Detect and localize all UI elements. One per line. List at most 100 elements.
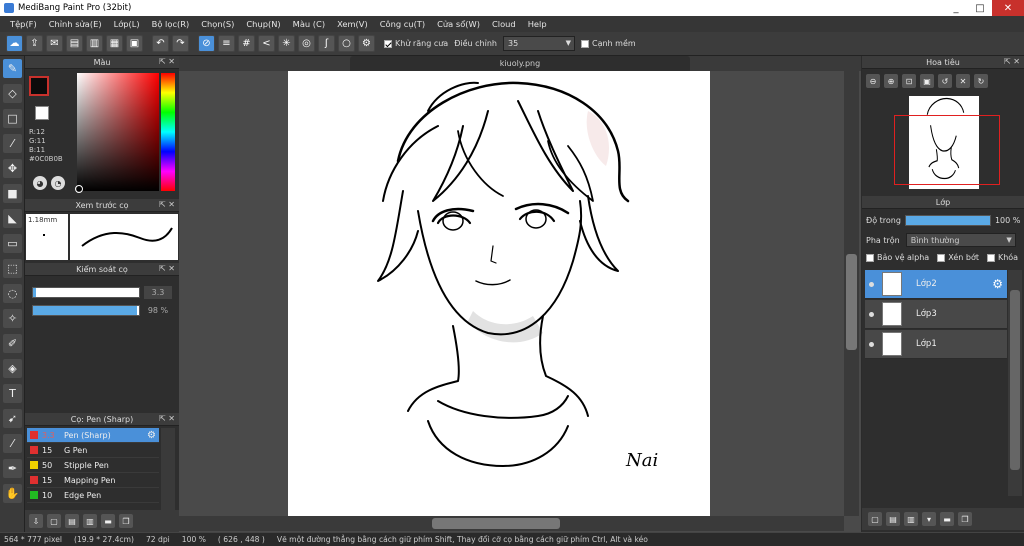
folder-icon[interactable]: ▬: [101, 514, 115, 528]
menu-tools[interactable]: Công cụ(T): [374, 19, 431, 29]
dot-tool-icon[interactable]: □: [3, 109, 22, 128]
blur-tool-icon[interactable]: ⁄: [3, 134, 22, 153]
layer-menu-icon[interactable]: ▾: [922, 512, 936, 526]
protect-alpha-checkbox[interactable]: [866, 253, 874, 262]
ring-snap-icon[interactable]: ○: [338, 35, 355, 52]
layer-scrollbar[interactable]: [1008, 270, 1022, 496]
select-tool-icon[interactable]: ⬚: [3, 259, 22, 278]
panel-close-icon[interactable]: ⇱ ✕: [159, 264, 175, 273]
layer-item-lop2[interactable]: Lớp2 ⚙: [865, 270, 1007, 299]
antialias-checkbox[interactable]: [384, 39, 392, 48]
gear-icon[interactable]: ⚙: [147, 430, 156, 441]
new-layer-icon[interactable]: ▢: [868, 512, 882, 526]
maximize-button[interactable]: □: [968, 0, 992, 16]
brush-size-slider[interactable]: [32, 287, 140, 298]
folder-icon[interactable]: ▬: [940, 512, 954, 526]
zoom-in-icon[interactable]: ⊕: [884, 74, 898, 88]
menu-select[interactable]: Chọn(S): [195, 19, 240, 29]
parallel-snap-icon[interactable]: ≡: [218, 35, 235, 52]
document-tab[interactable]: kiuoly.png: [350, 56, 690, 71]
menu-edit[interactable]: Chỉnh sửa(E): [43, 19, 108, 29]
operation-tool-icon[interactable]: ➹: [3, 409, 22, 428]
radial-snap-icon[interactable]: ✳: [278, 35, 295, 52]
actual-size-icon[interactable]: ▣: [920, 74, 934, 88]
settings-gear-icon[interactable]: ⚙: [358, 35, 375, 52]
gear-icon[interactable]: ⚙: [992, 277, 1003, 291]
duplicate-layer-icon[interactable]: ❐: [958, 512, 972, 526]
reset-rotation-icon[interactable]: ✕: [956, 74, 970, 88]
page-icon[interactable]: ▥: [86, 35, 103, 52]
brush-opacity-slider[interactable]: [32, 305, 140, 316]
rotate-right-icon[interactable]: ↻: [974, 74, 988, 88]
horizontal-scroll-thumb[interactable]: [432, 518, 560, 529]
palette-icon[interactable]: ◕: [33, 176, 47, 190]
undo-icon[interactable]: ↶: [152, 35, 169, 52]
brush-item-mapping-pen[interactable]: 15 Mapping Pen: [27, 473, 159, 488]
color-history-icon[interactable]: ◔: [51, 176, 65, 190]
book-icon[interactable]: ▦: [106, 35, 123, 52]
panel-icon[interactable]: ▣: [126, 35, 143, 52]
menu-view[interactable]: Xem(V): [331, 19, 374, 29]
layer-item-lop3[interactable]: Lớp3: [865, 300, 1007, 329]
snap-off-icon[interactable]: ⊘: [198, 35, 215, 52]
layer-item-lop1[interactable]: Lớp1: [865, 330, 1007, 359]
zoom-out-icon[interactable]: ⊖: [866, 74, 880, 88]
gradient-tool-icon[interactable]: ▭: [3, 234, 22, 253]
text-tool-icon[interactable]: T: [3, 384, 22, 403]
select-eraser-icon[interactable]: ◈: [3, 359, 22, 378]
menu-file[interactable]: Tệp(F): [4, 19, 43, 29]
shape-tool-icon[interactable]: ■: [3, 184, 22, 203]
lasso-tool-icon[interactable]: ◌: [3, 284, 22, 303]
curve-snap-icon[interactable]: ʃ: [318, 35, 335, 52]
brush-list-scrollbar[interactable]: [161, 428, 175, 523]
duplicate-icon[interactable]: ❐: [119, 514, 133, 528]
panel-close-icon[interactable]: ⇱ ✕: [159, 414, 175, 423]
viewport-indicator[interactable]: [894, 115, 1000, 185]
menu-filter[interactable]: Bộ lọc(R): [146, 19, 196, 29]
menu-help[interactable]: Help: [522, 19, 553, 29]
lock-checkbox[interactable]: [986, 253, 995, 262]
primary-color-swatch[interactable]: [29, 76, 49, 96]
brush-tool-icon[interactable]: ✎: [3, 59, 22, 78]
layer-opacity-slider[interactable]: [904, 215, 991, 226]
fill-tool-icon[interactable]: ◣: [3, 209, 22, 228]
visibility-icon[interactable]: [869, 281, 874, 287]
magic-wand-icon[interactable]: ✧: [3, 309, 22, 328]
secondary-color-swatch[interactable]: [35, 106, 49, 120]
brush-item-g-pen[interactable]: 15 G Pen: [27, 443, 159, 458]
add-brush-icon[interactable]: ▤: [65, 514, 79, 528]
grid-snap-icon[interactable]: #: [238, 35, 255, 52]
brush-item-pen-sharp[interactable]: 3.3 Pen (Sharp) ⚙: [27, 428, 159, 443]
menu-layer[interactable]: Lớp(L): [108, 19, 146, 29]
drawing-canvas[interactable]: Nai: [288, 71, 710, 516]
minimize-button[interactable]: _: [944, 0, 968, 16]
select-pen-icon[interactable]: ✐: [3, 334, 22, 353]
visibility-icon[interactable]: [869, 311, 874, 317]
cloud-download-icon[interactable]: ⇩: [29, 514, 43, 528]
color-cursor[interactable]: [75, 185, 83, 193]
perspective-snap-icon[interactable]: <: [258, 35, 275, 52]
vertical-scroll-thumb[interactable]: [846, 254, 857, 350]
brush-item-edge-pen[interactable]: 10 Edge Pen: [27, 488, 159, 503]
clipping-checkbox[interactable]: [937, 253, 946, 262]
panel-close-icon[interactable]: ⇱ ✕: [159, 57, 175, 66]
redo-icon[interactable]: ↷: [172, 35, 189, 52]
visibility-icon[interactable]: [869, 341, 874, 347]
move-tool-icon[interactable]: ✥: [3, 159, 22, 178]
brush-settings-icon[interactable]: ▥: [83, 514, 97, 528]
adjust-select[interactable]: 35 ▼: [502, 36, 575, 51]
blend-mode-select[interactable]: Bình thường ▼: [905, 233, 1016, 247]
close-button[interactable]: ✕: [992, 0, 1024, 16]
menu-window[interactable]: Cửa sổ(W): [431, 19, 486, 29]
menu-snap[interactable]: Chụp(N): [240, 19, 286, 29]
menu-cloud[interactable]: Cloud: [486, 19, 522, 29]
sharp-checkbox[interactable]: [580, 39, 589, 48]
antialias-toggle[interactable]: Khử răng cưa: [384, 39, 448, 48]
eraser-tool-icon[interactable]: ◇: [3, 84, 22, 103]
sharp-toggle[interactable]: Cạnh mềm: [580, 39, 636, 48]
horizontal-scrollbar[interactable]: [179, 516, 844, 531]
panel-close-icon[interactable]: ⇱ ✕: [1004, 57, 1020, 66]
saturation-value-picker[interactable]: [75, 73, 159, 193]
new-1bit-layer-icon[interactable]: ▥: [904, 512, 918, 526]
circle-snap-icon[interactable]: ◎: [298, 35, 315, 52]
